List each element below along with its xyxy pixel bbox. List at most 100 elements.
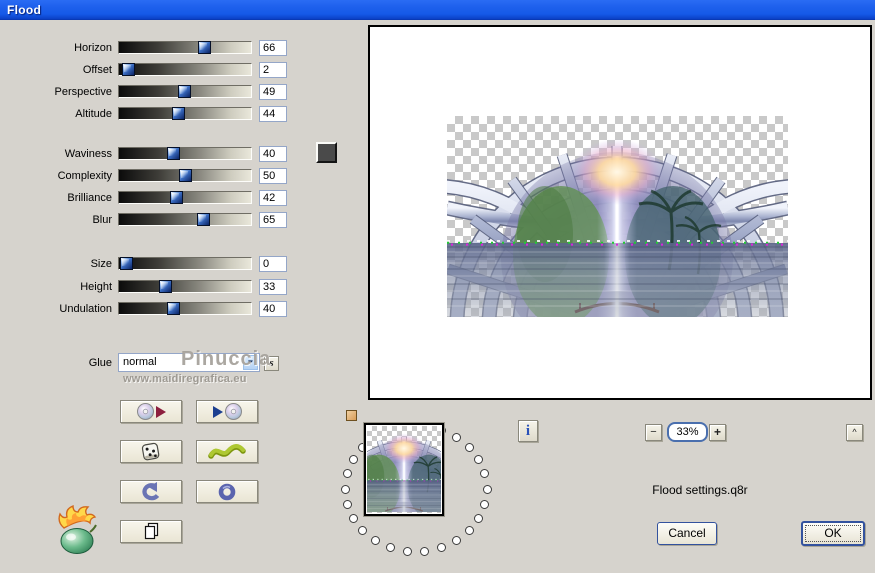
memory-dot[interactable] bbox=[451, 432, 461, 442]
blur-slider-thumb[interactable] bbox=[197, 213, 210, 226]
save-preset-button[interactable] bbox=[196, 400, 258, 423]
slider-row-blur: Blur 65 bbox=[0, 212, 300, 228]
slider-row-size: Size 0 bbox=[0, 256, 300, 272]
size-value-box[interactable]: 0 bbox=[259, 256, 287, 272]
brilliance-slider-track[interactable] bbox=[118, 191, 252, 204]
preview-image[interactable] bbox=[447, 116, 788, 317]
size-slider-thumb[interactable] bbox=[120, 257, 133, 270]
horizon-label: Horizon bbox=[74, 42, 112, 54]
slider-row-perspective: Perspective 49 bbox=[0, 84, 300, 100]
memory-dot[interactable] bbox=[386, 543, 396, 553]
collapse-button[interactable]: ^ bbox=[846, 424, 863, 441]
info-button[interactable]: i bbox=[518, 420, 538, 442]
slider-row-waviness: Waviness 40 bbox=[0, 146, 300, 162]
perspective-label: Perspective bbox=[54, 86, 112, 98]
complexity-label: Complexity bbox=[57, 170, 112, 182]
memory-dot[interactable] bbox=[348, 513, 358, 523]
blur-slider-track[interactable] bbox=[118, 213, 252, 226]
offset-value-box[interactable]: 2 bbox=[259, 62, 287, 78]
size-slider-track[interactable] bbox=[118, 257, 252, 270]
horizon-slider-track[interactable] bbox=[118, 41, 252, 54]
memory-dot[interactable] bbox=[402, 547, 412, 557]
random-wave-button[interactable] bbox=[196, 440, 258, 463]
cd-icon bbox=[224, 403, 242, 420]
brilliance-slider-thumb[interactable] bbox=[170, 191, 183, 204]
slider-row-height: Height 33 bbox=[0, 279, 300, 295]
memory-dot[interactable] bbox=[342, 499, 352, 509]
seed-button[interactable]: s bbox=[264, 356, 279, 371]
blue-play-icon bbox=[212, 405, 223, 418]
offset-slider-track[interactable] bbox=[118, 63, 252, 76]
memory-dot[interactable] bbox=[474, 455, 484, 465]
waviness-slider-track[interactable] bbox=[118, 147, 252, 160]
memory-slot-active[interactable] bbox=[346, 410, 357, 421]
memory-dot[interactable] bbox=[464, 442, 474, 452]
undulation-slider-track[interactable] bbox=[118, 302, 252, 315]
memory-dot[interactable] bbox=[342, 469, 352, 479]
altitude-slider-thumb[interactable] bbox=[172, 107, 185, 120]
waviness-slider-thumb[interactable] bbox=[167, 147, 180, 160]
complexity-slider-track[interactable] bbox=[118, 169, 252, 182]
memory-dot[interactable] bbox=[451, 536, 461, 546]
memory-dot[interactable] bbox=[480, 469, 490, 479]
waviness-value-box[interactable]: 40 bbox=[259, 146, 287, 162]
memory-dot[interactable] bbox=[436, 543, 446, 553]
altitude-value-box[interactable]: 44 bbox=[259, 106, 287, 122]
memory-dot[interactable] bbox=[482, 484, 492, 494]
blur-value-box[interactable]: 65 bbox=[259, 212, 287, 228]
blue-ring-icon bbox=[218, 483, 236, 500]
slider-row-undulation: Undulation 40 bbox=[0, 301, 300, 317]
slider-row-horizon: Horizon 66 bbox=[0, 40, 300, 56]
undulation-label: Undulation bbox=[59, 303, 112, 315]
slider-panel: Horizon 66 Offset 2 Perspective 49 Altitude 44 W… bbox=[0, 0, 368, 561]
undo-arrow-icon bbox=[142, 482, 160, 501]
cancel-button[interactable]: Cancel bbox=[657, 522, 717, 545]
perspective-value-box[interactable]: 49 bbox=[259, 84, 287, 100]
undo-button[interactable] bbox=[120, 480, 182, 503]
preview-thumbnail[interactable] bbox=[364, 423, 444, 516]
memory-dot[interactable] bbox=[348, 455, 358, 465]
altitude-label: Altitude bbox=[75, 108, 112, 120]
zoom-level: 33% bbox=[667, 422, 708, 442]
load-preset-button[interactable] bbox=[120, 400, 182, 423]
memory-dot[interactable] bbox=[480, 499, 490, 509]
copy-pages-icon bbox=[144, 522, 159, 540]
memory-dot[interactable] bbox=[340, 484, 350, 494]
blur-label: Blur bbox=[92, 214, 112, 226]
height-value-box[interactable]: 33 bbox=[259, 279, 287, 295]
horizon-slider-thumb[interactable] bbox=[198, 41, 211, 54]
brilliance-value-box[interactable]: 42 bbox=[259, 190, 287, 206]
brilliance-label: Brilliance bbox=[67, 192, 112, 204]
perspective-slider-thumb[interactable] bbox=[178, 85, 191, 98]
height-slider-thumb[interactable] bbox=[159, 280, 172, 293]
memory-dot[interactable] bbox=[474, 513, 484, 523]
memory-dot[interactable] bbox=[464, 526, 474, 536]
altitude-slider-track[interactable] bbox=[118, 107, 252, 120]
height-slider-track[interactable] bbox=[118, 280, 252, 293]
glue-dropdown[interactable]: normal ▼ bbox=[118, 353, 260, 372]
undulation-value-box[interactable]: 40 bbox=[259, 301, 287, 317]
memory-dot[interactable] bbox=[420, 547, 430, 557]
slider-row-complexity: Complexity 50 bbox=[0, 168, 300, 184]
complexity-value-box[interactable]: 50 bbox=[259, 168, 287, 184]
chevron-down-icon[interactable]: ▼ bbox=[243, 355, 258, 370]
ok-button[interactable]: OK bbox=[801, 521, 865, 546]
zoom-out-button[interactable]: − bbox=[645, 424, 662, 441]
randomize-button[interactable] bbox=[120, 440, 182, 463]
ring-button[interactable] bbox=[196, 480, 258, 503]
color-swatch[interactable] bbox=[316, 142, 337, 163]
settings-filename: Flood settings.q8r bbox=[652, 483, 748, 497]
copy-settings-button[interactable] bbox=[120, 520, 182, 543]
offset-slider-thumb[interactable] bbox=[122, 63, 135, 76]
perspective-slider-track[interactable] bbox=[118, 85, 252, 98]
undulation-slider-thumb[interactable] bbox=[167, 302, 180, 315]
complexity-slider-thumb[interactable] bbox=[179, 169, 192, 182]
red-play-icon bbox=[155, 405, 166, 418]
preview-panel[interactable] bbox=[368, 25, 872, 400]
zoom-in-button[interactable]: + bbox=[709, 424, 726, 441]
dice-icon bbox=[141, 442, 160, 461]
memory-dot[interactable] bbox=[371, 536, 381, 546]
memory-dot[interactable] bbox=[358, 526, 368, 536]
glue-selected-value: normal bbox=[123, 356, 157, 368]
horizon-value-box[interactable]: 66 bbox=[259, 40, 287, 56]
